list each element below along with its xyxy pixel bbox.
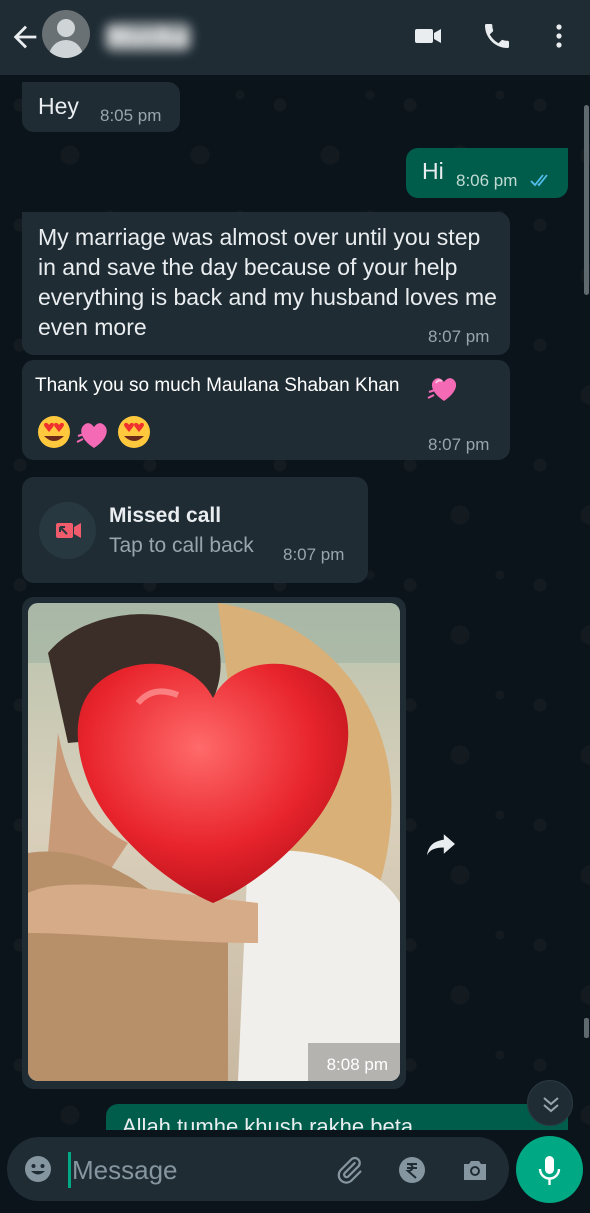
attachment-icon[interactable] [334,1155,364,1185]
message-input[interactable] [72,1150,322,1190]
message-text: Thank you so much Maulana Shaban Khan [35,375,400,396]
chat-header: Monika [0,0,590,75]
text-cursor [68,1152,71,1188]
message-incoming[interactable]: My marriage was almost over until you st… [22,212,510,355]
missed-call-bubble[interactable]: Missed call Tap to call back 8:07 pm [22,477,368,583]
phone-icon[interactable] [481,20,513,52]
message-time: 8:07 pm [428,327,490,346]
message-incoming[interactable]: Thank you so much Maulana Shaban Khan 8:… [22,360,510,460]
call-back-link[interactable]: Tap to call back [109,534,254,558]
contact-name[interactable]: Monika [104,22,192,52]
video-call-icon[interactable] [412,20,444,52]
scrollbar-marker [584,1018,589,1038]
missed-video-call-icon [39,502,96,559]
message-text: Hey [38,93,79,119]
image-message[interactable]: 8:08 pm [22,597,406,1089]
message-time: 8:07 pm [428,435,490,454]
message-time: 8:08 pm [326,1055,388,1074]
back-arrow-icon[interactable] [8,20,42,54]
voice-message-button[interactable] [516,1136,583,1203]
missed-call-title: Missed call [109,504,222,527]
message-incoming[interactable]: Hey 8:05 pm [22,82,180,132]
heart-eyes-icon [118,416,150,448]
rupee-payment-icon[interactable] [397,1155,427,1185]
message-outgoing[interactable]: Hi 8:06 pm [406,148,568,198]
scroll-to-bottom-button[interactable] [527,1080,573,1126]
avatar[interactable] [42,10,90,58]
message-time: 8:06 pm [456,171,518,190]
camera-icon[interactable] [460,1155,490,1185]
more-vertical-icon[interactable] [543,20,575,52]
message-text: My marriage was almost over until you st… [38,224,497,340]
emoji-row [38,416,150,448]
shared-photo[interactable] [28,603,400,1081]
sparkling-heart-icon [76,423,107,448]
forward-icon[interactable] [424,830,458,858]
sparkling-heart-icon [427,378,457,401]
microphone-icon [538,1156,561,1185]
message-text: Hi [422,158,444,184]
scrollbar[interactable] [584,105,589,295]
message-time: 8:05 pm [100,106,162,125]
heart-eyes-icon [38,416,70,448]
emoji-icon[interactable] [24,1155,52,1183]
read-ticks-icon [530,174,548,187]
chevrons-down-icon [543,1097,559,1113]
message-time: 8:07 pm [283,545,345,564]
